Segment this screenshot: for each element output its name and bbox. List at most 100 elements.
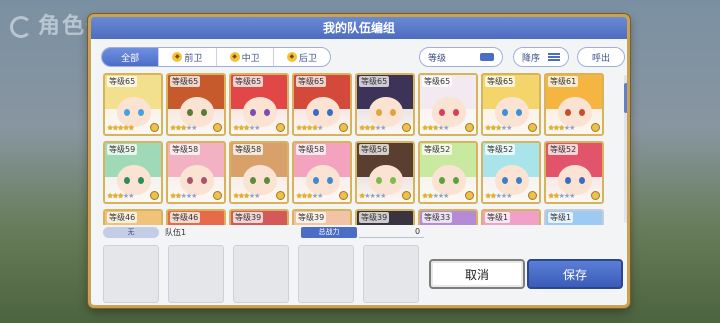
total-power-label: 总战力: [301, 227, 357, 238]
star-rating: ★★★★★: [359, 124, 386, 132]
star-rating: ★★★★★: [548, 192, 575, 200]
character-card[interactable]: 等级1★★★★★: [544, 209, 604, 225]
character-card[interactable]: 等级46★★★★★: [103, 209, 163, 225]
team-slot-1[interactable]: [103, 245, 159, 303]
character-card[interactable]: 等级65 ★★★★★: [481, 73, 541, 136]
character-eye: [502, 177, 508, 184]
character-level: 等级52: [548, 144, 579, 155]
character-level: 等级39: [359, 212, 390, 223]
scrollbar-thumb[interactable]: [624, 83, 627, 113]
tab-all[interactable]: 全部: [102, 48, 160, 66]
character-card[interactable]: 等级39★★★★★: [355, 209, 415, 225]
character-level: 等级65: [359, 76, 390, 87]
total-power-value: 0: [415, 227, 421, 236]
character-eye: [187, 109, 193, 116]
character-level: 等级65: [296, 76, 327, 87]
star-rating: ★★★★★: [170, 124, 197, 132]
character-card[interactable]: 等级39★★★★★: [229, 209, 289, 225]
character-card[interactable]: 等级46★★★★★: [166, 209, 226, 225]
character-card[interactable]: 等级56 ★★★★★: [355, 141, 415, 204]
team-slot-3[interactable]: [233, 245, 289, 303]
character-eye: [138, 177, 144, 184]
character-level: 等级46: [170, 212, 201, 223]
character-card[interactable]: 等级65 ★★★★★: [292, 73, 352, 136]
character-card[interactable]: 等级65 ★★★★★: [229, 73, 289, 136]
team-slot-5[interactable]: [363, 245, 419, 303]
filter-row: 全部 ◆ 前卫 ◆ 中卫 ◆ 后卫 等级 降序 呼出: [101, 47, 625, 67]
character-eye: [516, 177, 522, 184]
character-card[interactable]: 等级58 ★★★★★: [292, 141, 352, 204]
character-level: 等级46: [107, 212, 138, 223]
character-face: [243, 97, 277, 127]
sort-icon: [548, 53, 560, 61]
star-rating: ★★★★★: [485, 124, 512, 132]
rank-icon: [465, 191, 474, 200]
rank-icon: [276, 191, 285, 200]
character-eye: [579, 109, 585, 116]
character-list: 等级65 ★★★★★ 等级65 ★★★★★ 等级65 ★★★★★ 等级65 ★★★★★ 等级65…: [103, 73, 621, 225]
tab-back[interactable]: ◆ 后卫: [274, 48, 330, 66]
character-card[interactable]: 等级58 ★★★★★: [166, 141, 226, 204]
character-level: 等级1: [548, 212, 574, 223]
team-slot-4[interactable]: [298, 245, 354, 303]
list-scrollbar[interactable]: [624, 75, 627, 223]
character-face: [558, 97, 592, 127]
character-level: 等级61: [548, 76, 579, 87]
character-eye: [313, 109, 319, 116]
callout-button[interactable]: 呼出: [577, 47, 625, 67]
character-card[interactable]: 等级65 ★★★★★: [166, 73, 226, 136]
character-level: 等级52: [485, 144, 516, 155]
star-rating: ★★★★★: [422, 192, 449, 200]
star-rating: ★★★★★: [359, 192, 386, 200]
character-level: 等级65: [107, 76, 138, 87]
swirl-icon: [10, 16, 32, 38]
character-face: [306, 165, 340, 195]
character-eye: [250, 177, 256, 184]
cancel-button[interactable]: 取消: [429, 259, 525, 289]
position-tabs: 全部 ◆ 前卫 ◆ 中卫 ◆ 后卫: [101, 47, 331, 67]
character-eye: [579, 177, 585, 184]
character-card[interactable]: 等级59 ★★★★★: [103, 141, 163, 204]
front-icon: ◆: [172, 52, 183, 62]
save-button[interactable]: 保存: [527, 259, 623, 289]
rank-icon: [339, 191, 348, 200]
character-card[interactable]: 等级65 ★★★★★: [355, 73, 415, 136]
character-card[interactable]: 等级33★★★★★: [418, 209, 478, 225]
rank-icon: [213, 123, 222, 132]
team-name: 队伍1: [165, 228, 187, 237]
sort-order-button[interactable]: 降序: [513, 47, 569, 67]
character-face: [306, 97, 340, 127]
character-eye: [390, 177, 396, 184]
character-eye: [201, 109, 207, 116]
character-card[interactable]: 等级52 ★★★★★: [544, 141, 604, 204]
tab-middle[interactable]: ◆ 中卫: [217, 48, 274, 66]
level-filter-button[interactable]: 等级: [419, 47, 503, 67]
character-face: [117, 165, 151, 195]
character-card[interactable]: 等级52 ★★★★★: [418, 141, 478, 204]
character-card[interactable]: 等级65 ★★★★★: [418, 73, 478, 136]
character-card[interactable]: 等级58 ★★★★★: [229, 141, 289, 204]
star-rating: ★★★★★: [422, 124, 449, 132]
character-card[interactable]: 等级65 ★★★★★: [103, 73, 163, 136]
star-rating: ★★★★★: [170, 192, 197, 200]
rank-icon: [276, 123, 285, 132]
star-rating: ★★★★★: [107, 192, 134, 200]
character-face: [369, 97, 403, 127]
character-card[interactable]: 等级1★★★★★: [481, 209, 541, 225]
tab-front[interactable]: ◆ 前卫: [159, 48, 217, 66]
character-card[interactable]: 等级61 ★★★★★: [544, 73, 604, 136]
character-level: 等级56: [359, 144, 390, 155]
character-level: 等级39: [233, 212, 264, 223]
character-card[interactable]: 等级52 ★★★★★: [481, 141, 541, 204]
character-level: 等级65: [233, 76, 264, 87]
character-card[interactable]: 等级39★★★★★: [292, 209, 352, 225]
character-eye: [502, 109, 508, 116]
team-slot-2[interactable]: [168, 245, 224, 303]
rank-icon: [339, 123, 348, 132]
character-level: 等级52: [422, 144, 453, 155]
character-level: 等级58: [296, 144, 327, 155]
star-rating: ★★★★★: [296, 192, 323, 200]
character-level: 等级65: [170, 76, 201, 87]
rank-icon: [528, 123, 537, 132]
character-eye: [439, 177, 445, 184]
